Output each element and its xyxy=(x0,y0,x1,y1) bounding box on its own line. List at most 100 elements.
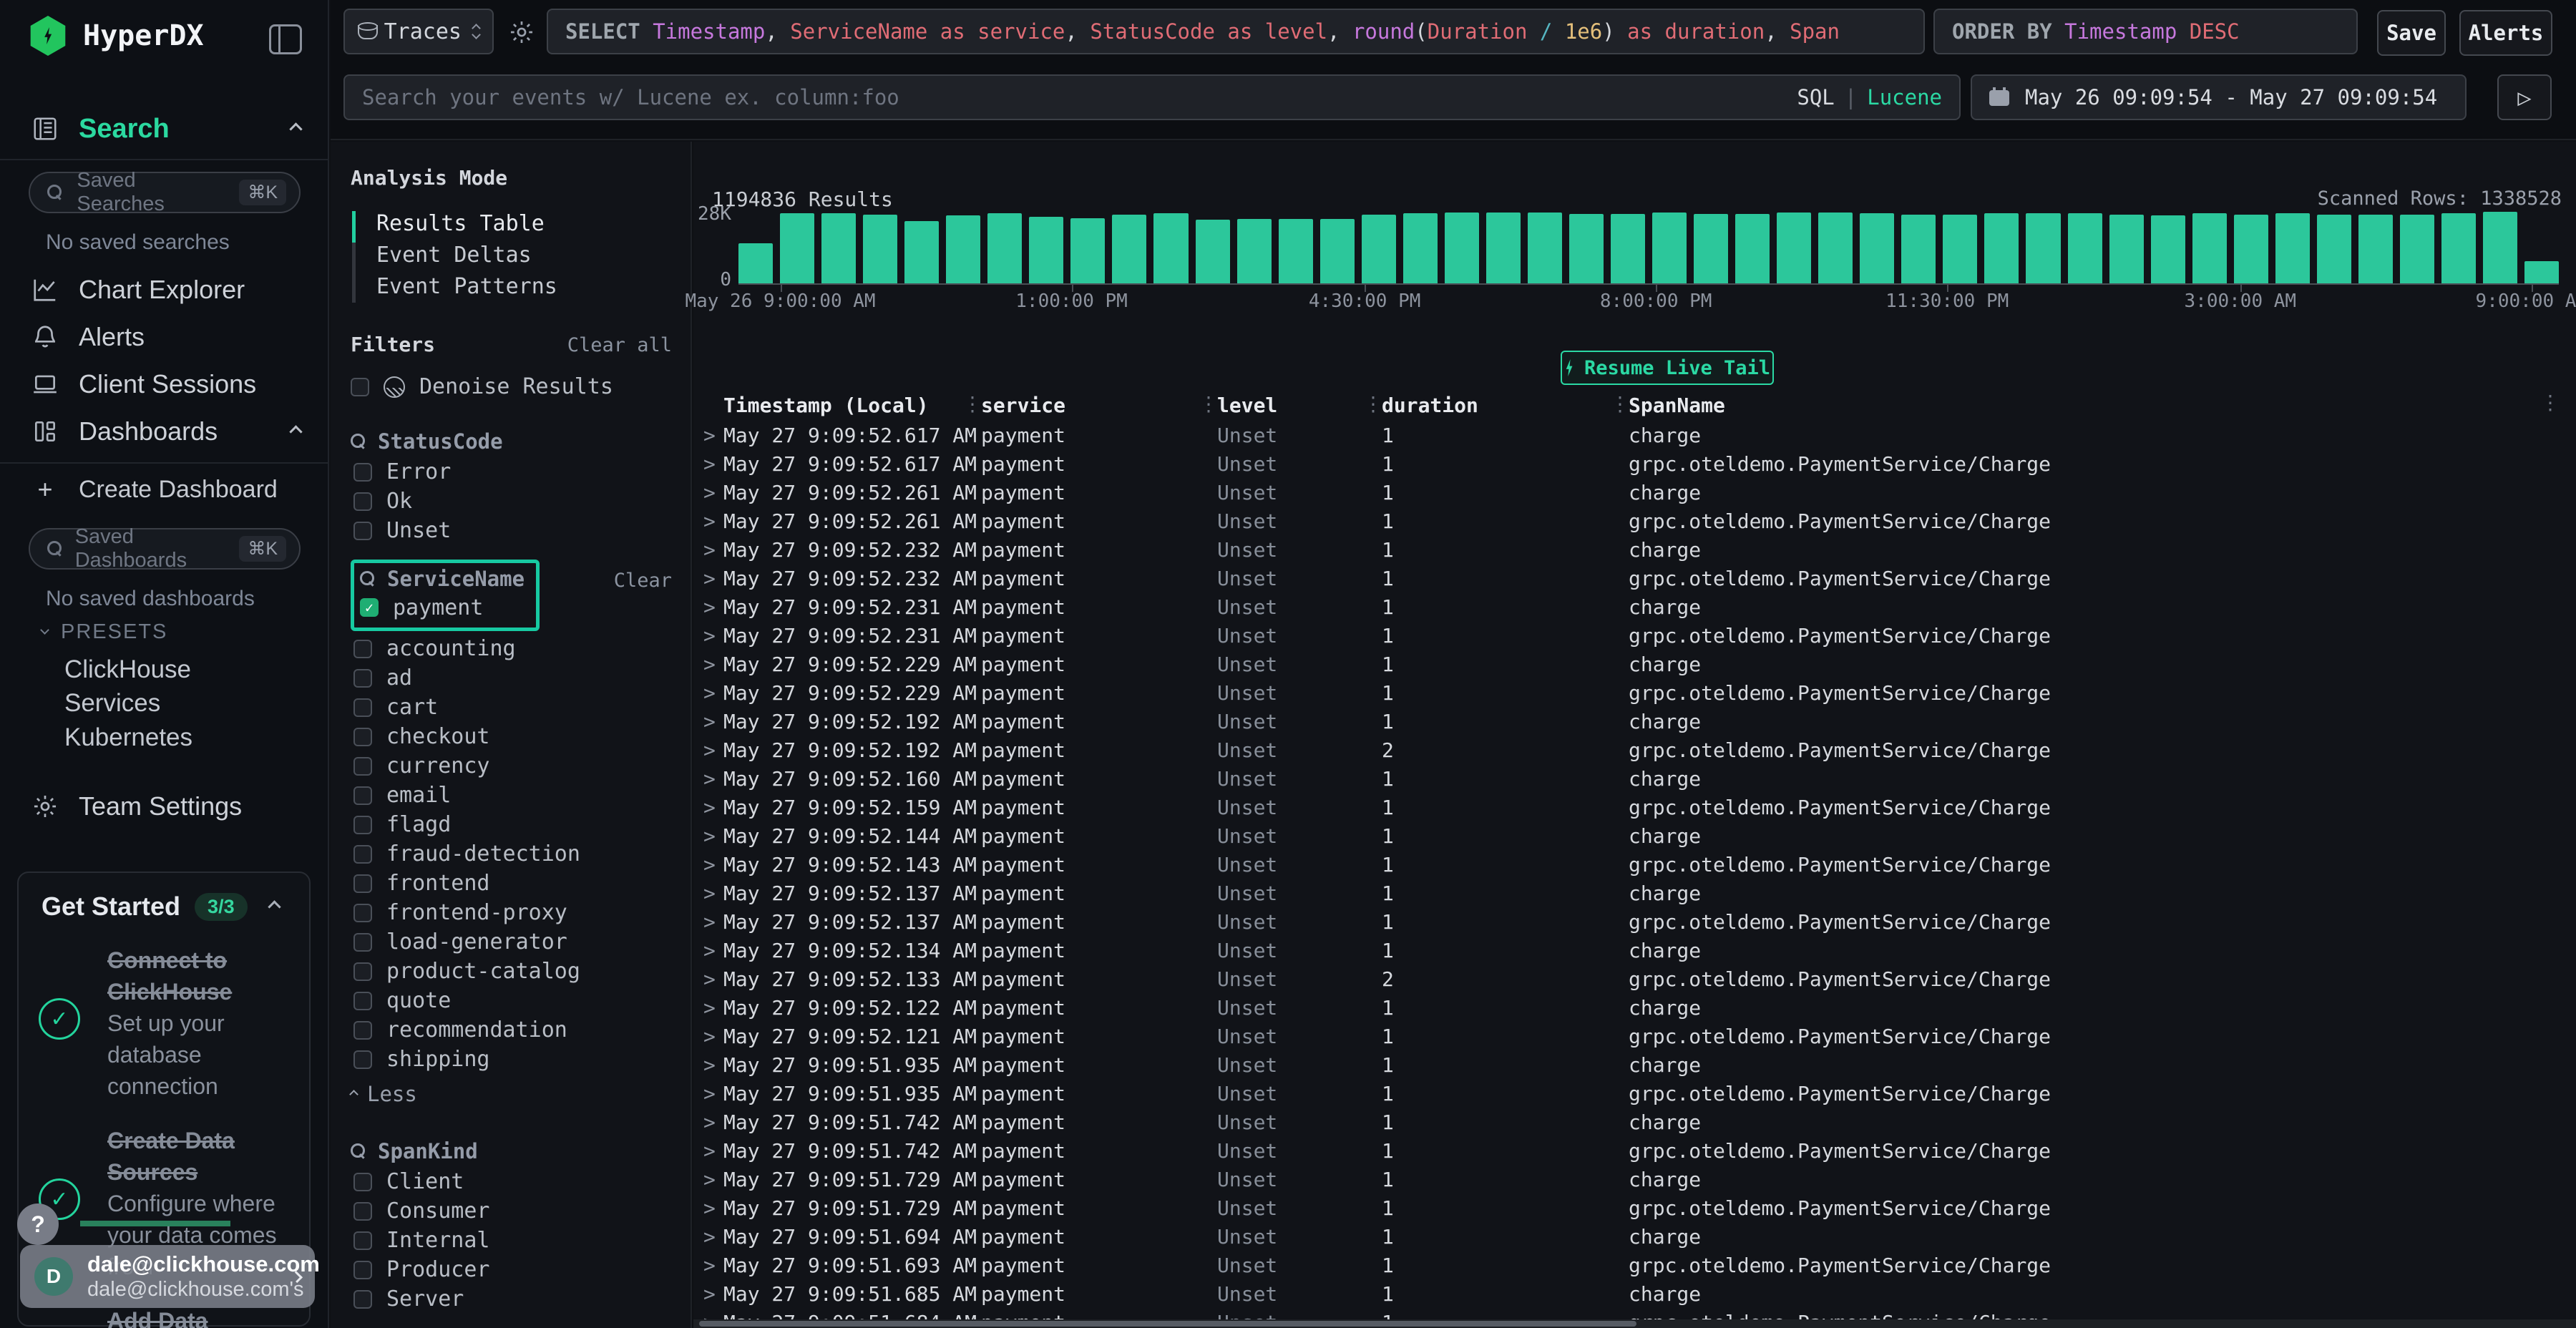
histogram-bar[interactable] xyxy=(2275,213,2310,283)
service-option-payment[interactable]: ✓ payment xyxy=(360,593,525,622)
table-row[interactable]: >May 27 9:09:51.693 AMpaymentUnset1grpc.… xyxy=(698,1251,2576,1279)
preset-kubernetes[interactable]: Kubernetes xyxy=(64,723,192,752)
histogram-bar[interactable] xyxy=(1445,213,1479,283)
histogram-bar[interactable] xyxy=(1486,213,1521,283)
service-option-checkout[interactable]: checkout xyxy=(353,722,672,751)
row-expand-chevron-icon[interactable]: > xyxy=(698,1196,723,1220)
histogram-bar[interactable] xyxy=(1528,213,1562,283)
row-expand-chevron-icon[interactable]: > xyxy=(698,653,723,676)
checkbox[interactable] xyxy=(353,1261,372,1279)
service-option-accounting[interactable]: accounting xyxy=(353,634,672,663)
table-row[interactable]: >May 27 9:09:51.935 AMpaymentUnset1grpc.… xyxy=(698,1079,2576,1108)
table-row[interactable]: >May 27 9:09:52.192 AMpaymentUnset2grpc.… xyxy=(698,736,2576,764)
table-row[interactable]: >May 27 9:09:51.935 AMpaymentUnset1charg… xyxy=(698,1050,2576,1079)
order-by-input[interactable]: ORDER BY Timestamp DESC xyxy=(1933,9,2358,54)
row-expand-chevron-icon[interactable]: > xyxy=(698,882,723,905)
checkbox[interactable] xyxy=(353,992,372,1010)
lang-toggle-sql[interactable]: SQL xyxy=(1797,85,1834,109)
table-row[interactable]: >May 27 9:09:52.133 AMpaymentUnset2grpc.… xyxy=(698,965,2576,993)
service-option-flagd[interactable]: flagd xyxy=(353,810,672,839)
histogram-bar[interactable] xyxy=(1777,213,1811,283)
row-expand-chevron-icon[interactable]: > xyxy=(698,824,723,848)
horizontal-scrollbar[interactable] xyxy=(693,1319,2576,1328)
results-histogram[interactable]: 28K 0 May 26 9:00:00 AM1:00:00 PM4:30:00… xyxy=(738,210,2559,285)
user-menu[interactable]: D dale@clickhouse.com dale@clickhouse.co… xyxy=(20,1245,315,1308)
checkbox[interactable] xyxy=(353,1290,372,1309)
table-row[interactable]: >May 27 9:09:51.694 AMpaymentUnset1charg… xyxy=(698,1222,2576,1251)
histogram-bar[interactable] xyxy=(1943,215,1977,283)
column-header-timestamp-local-[interactable]: Timestamp (Local) xyxy=(723,394,981,417)
clear-all-button[interactable]: Clear all xyxy=(567,334,672,356)
analysis-mode-results-table[interactable]: Results Table xyxy=(376,208,672,240)
table-row[interactable]: >May 27 9:09:52.261 AMpaymentUnset1charg… xyxy=(698,478,2576,507)
row-expand-chevron-icon[interactable]: > xyxy=(698,1168,723,1191)
checkbox[interactable] xyxy=(353,1021,372,1040)
sql-select-input[interactable]: SELECT Timestamp, ServiceName as service… xyxy=(547,9,1925,54)
spankind-option-producer[interactable]: Producer xyxy=(353,1255,672,1284)
row-expand-chevron-icon[interactable]: > xyxy=(698,967,723,991)
alerts-button[interactable]: Alerts xyxy=(2459,10,2552,56)
statuscode-option-ok[interactable]: Ok xyxy=(353,487,672,516)
row-expand-chevron-icon[interactable]: > xyxy=(698,1254,723,1277)
histogram-bar[interactable] xyxy=(2151,215,2185,283)
checkbox[interactable] xyxy=(353,492,372,511)
checkbox[interactable] xyxy=(353,874,372,893)
presets-toggle[interactable]: PRESETS xyxy=(0,614,329,650)
less-toggle[interactable]: Less xyxy=(351,1078,672,1110)
table-row[interactable]: >May 27 9:09:52.121 AMpaymentUnset1grpc.… xyxy=(698,1022,2576,1050)
histogram-bar[interactable] xyxy=(1611,214,1645,283)
source-selector[interactable]: Traces xyxy=(343,9,494,54)
histogram-bar[interactable] xyxy=(1860,213,1894,283)
denoise-results-option[interactable]: Denoise Results xyxy=(351,372,672,401)
sidebar-item-chart-explorer[interactable]: Chart Explorer xyxy=(0,269,329,311)
histogram-bar[interactable] xyxy=(904,221,939,283)
histogram-bar[interactable] xyxy=(780,213,814,283)
spankind-option-internal[interactable]: Internal xyxy=(353,1226,672,1255)
source-settings-gear-icon[interactable] xyxy=(508,19,535,49)
row-expand-chevron-icon[interactable]: > xyxy=(698,1139,723,1163)
table-row[interactable]: >May 27 9:09:52.144 AMpaymentUnset1charg… xyxy=(698,821,2576,850)
service-option-frontend-proxy[interactable]: frontend-proxy xyxy=(353,898,672,927)
checkbox[interactable] xyxy=(353,845,372,864)
checkbox[interactable] xyxy=(353,1202,372,1221)
histogram-bar[interactable] xyxy=(1694,214,1728,283)
checkbox[interactable] xyxy=(353,1173,372,1191)
table-row[interactable]: >May 27 9:09:52.231 AMpaymentUnset1charg… xyxy=(698,592,2576,621)
saved-searches-input[interactable]: Saved Searches ⌘K xyxy=(29,172,301,213)
row-expand-chevron-icon[interactable]: > xyxy=(698,910,723,934)
column-header-service[interactable]: service⋮ xyxy=(981,394,1217,417)
table-row[interactable]: >May 27 9:09:52.617 AMpaymentUnset1charg… xyxy=(698,421,2576,449)
checkbox[interactable] xyxy=(353,1050,372,1069)
histogram-bar[interactable] xyxy=(2068,213,2102,283)
service-option-currency[interactable]: currency xyxy=(353,751,672,781)
sidebar-item-alerts[interactable]: Alerts xyxy=(0,316,329,358)
row-expand-chevron-icon[interactable]: > xyxy=(698,481,723,504)
table-row[interactable]: >May 27 9:09:52.232 AMpaymentUnset1grpc.… xyxy=(698,564,2576,592)
table-row[interactable]: >May 27 9:09:51.685 AMpaymentUnset1charg… xyxy=(698,1279,2576,1308)
histogram-bar[interactable] xyxy=(2524,261,2559,283)
checkbox[interactable] xyxy=(353,816,372,834)
histogram-bar[interactable] xyxy=(2400,215,2434,283)
histogram-bar[interactable] xyxy=(946,215,980,283)
checkbox[interactable] xyxy=(353,1231,372,1250)
service-option-recommendation[interactable]: recommendation xyxy=(353,1015,672,1045)
service-option-frontend[interactable]: frontend xyxy=(353,869,672,898)
row-expand-chevron-icon[interactable]: > xyxy=(698,424,723,447)
column-handle-icon[interactable]: ⋮ xyxy=(1610,392,1630,416)
service-option-quote[interactable]: quote xyxy=(353,986,672,1015)
scrollbar-thumb[interactable] xyxy=(699,1321,1636,1327)
row-expand-chevron-icon[interactable]: > xyxy=(698,567,723,590)
sidebar-item-search[interactable]: Search xyxy=(0,107,329,150)
spankind-option-server[interactable]: Server xyxy=(353,1284,672,1314)
histogram-bar[interactable] xyxy=(1901,215,1936,283)
row-expand-chevron-icon[interactable]: > xyxy=(698,595,723,619)
column-handle-icon[interactable]: ⋮ xyxy=(1363,392,1383,416)
table-row[interactable]: >May 27 9:09:52.231 AMpaymentUnset1grpc.… xyxy=(698,621,2576,650)
row-expand-chevron-icon[interactable]: > xyxy=(698,1053,723,1077)
statuscode-option-unset[interactable]: Unset xyxy=(353,516,672,545)
resume-live-tail-button[interactable]: Resume Live Tail xyxy=(1561,351,1774,385)
checkbox[interactable] xyxy=(353,698,372,717)
service-option-load-generator[interactable]: load-generator xyxy=(353,927,672,957)
histogram-bar[interactable] xyxy=(1153,213,1188,283)
histogram-bar[interactable] xyxy=(2109,215,2144,283)
